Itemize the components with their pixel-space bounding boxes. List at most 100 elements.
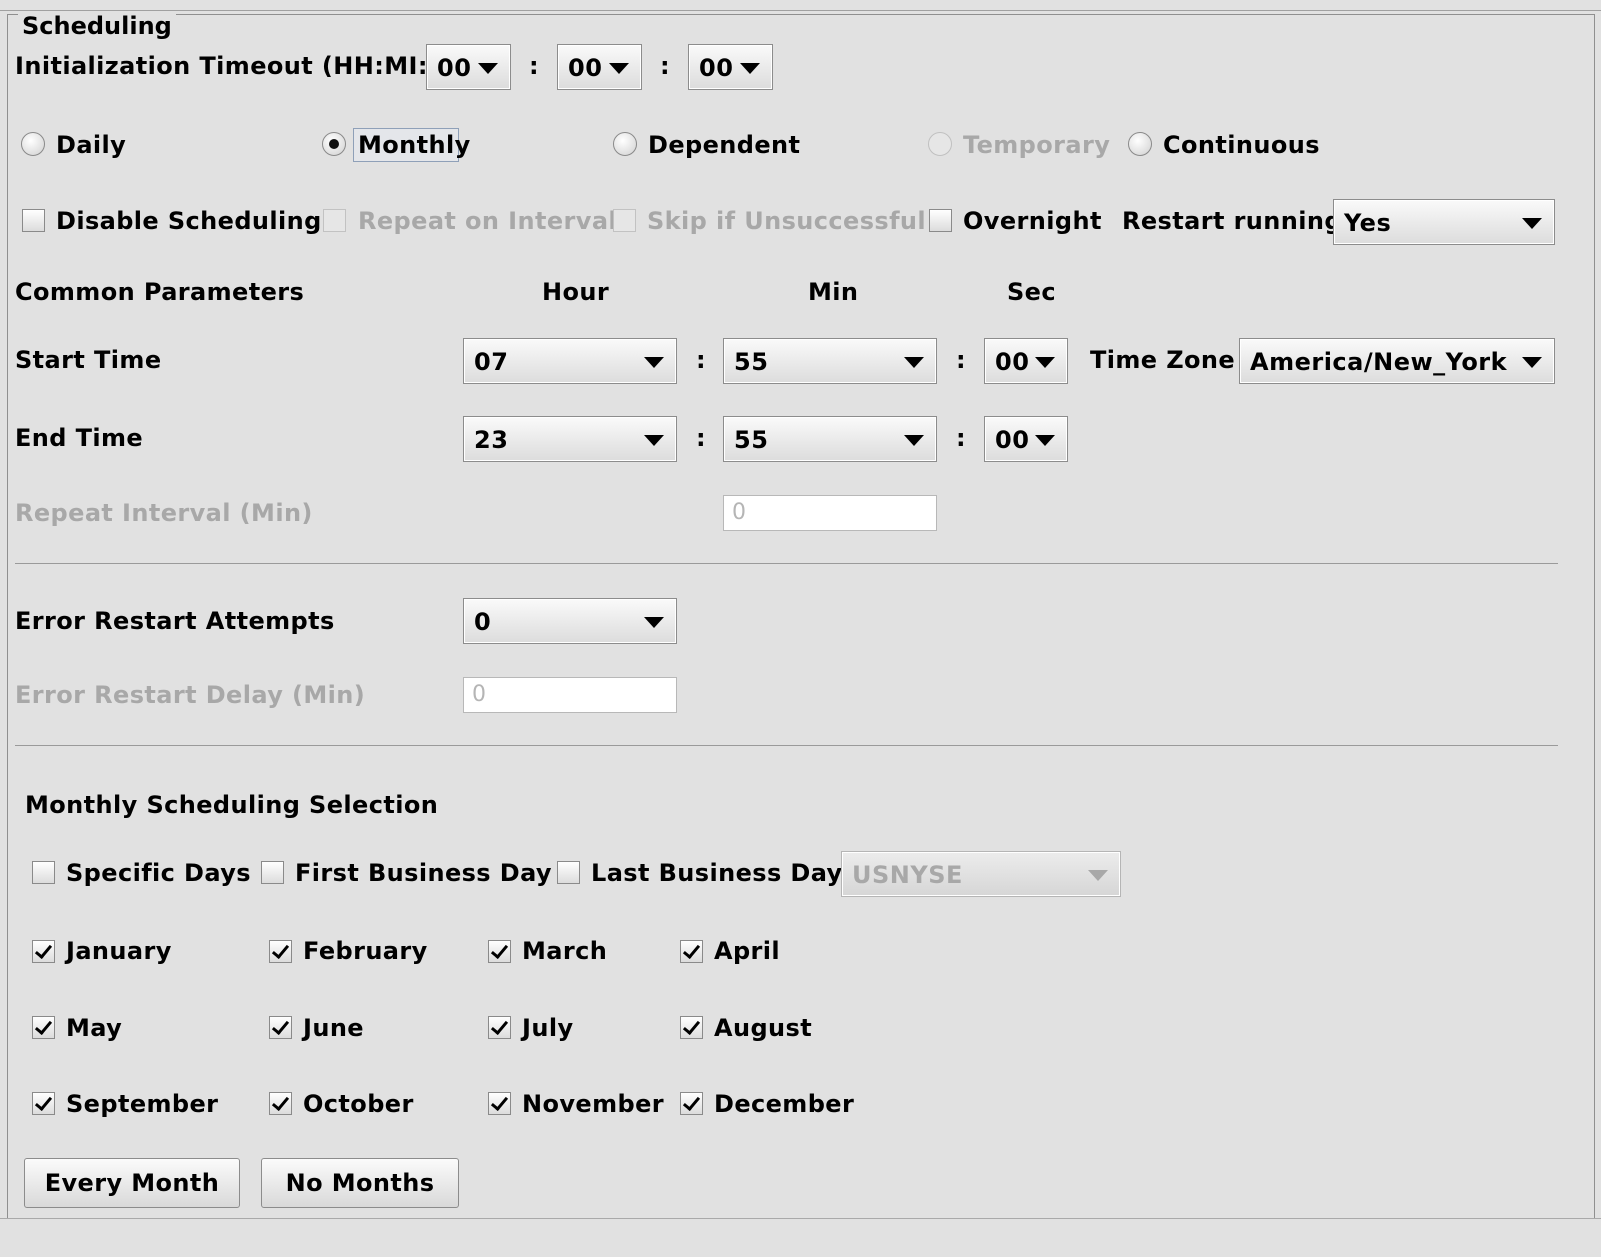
month-label-march[interactable]: March (522, 937, 607, 965)
month-checkbox-june[interactable] (269, 1016, 292, 1039)
end-hour-combo[interactable]: 23 (463, 416, 677, 462)
month-label-january[interactable]: January (66, 937, 172, 965)
init-timeout-ss-value: 00 (699, 54, 734, 82)
month-checkbox-october[interactable] (269, 1092, 292, 1115)
error-restart-attempts-combo[interactable]: 0 (463, 598, 677, 644)
radio-dependent-label[interactable]: Dependent (648, 131, 800, 159)
min-column-header: Min (808, 278, 859, 306)
init-timeout-ss-combo[interactable]: 00 (688, 44, 773, 90)
end-time-colon-2: : (956, 424, 966, 452)
init-timeout-colon-1: : (529, 52, 539, 80)
no-months-button[interactable]: No Months (261, 1158, 459, 1208)
month-label-october[interactable]: October (303, 1090, 414, 1118)
bottom-status-bar (0, 1218, 1601, 1257)
month-checkbox-november[interactable] (488, 1092, 511, 1115)
month-label-november[interactable]: November (522, 1090, 664, 1118)
radio-dependent[interactable] (613, 132, 637, 156)
month-checkbox-january[interactable] (32, 940, 55, 963)
month-label-august[interactable]: August (714, 1014, 812, 1042)
month-label-september[interactable]: September (66, 1090, 218, 1118)
init-timeout-hh-combo[interactable]: 00 (426, 44, 511, 90)
start-hour-combo[interactable]: 07 (463, 338, 677, 384)
panel-title: Scheduling (18, 12, 176, 40)
error-restart-attempts-value: 0 (474, 608, 492, 636)
month-label-december[interactable]: December (714, 1090, 854, 1118)
chevron-down-icon (644, 435, 664, 446)
separator-1 (15, 563, 1558, 564)
disable-scheduling-label[interactable]: Disable Scheduling (56, 207, 322, 235)
month-checkbox-september[interactable] (32, 1092, 55, 1115)
error-restart-delay-field: 0 (463, 677, 677, 713)
chevron-down-icon (904, 435, 924, 446)
end-time-label: End Time (15, 424, 144, 452)
first-business-day-checkbox[interactable] (261, 861, 284, 884)
last-business-day-label[interactable]: Last Business Day (591, 859, 843, 887)
error-restart-attempts-label: Error Restart Attempts (15, 607, 335, 635)
end-min-combo[interactable]: 55 (723, 416, 937, 462)
repeat-on-interval-label: Repeat on Interval (358, 207, 618, 235)
init-timeout-colon-2: : (660, 52, 670, 80)
radio-continuous[interactable] (1128, 132, 1152, 156)
chevron-down-icon (1522, 218, 1542, 229)
top-border (0, 10, 1601, 11)
radio-temporary-label: Temporary (963, 131, 1111, 159)
month-label-july[interactable]: July (522, 1014, 574, 1042)
skip-if-unsuccessful-checkbox (613, 209, 636, 232)
chevron-down-icon (904, 357, 924, 368)
start-time-colon-2: : (956, 346, 966, 374)
calendar-value: USNYSE (852, 861, 963, 889)
end-time-colon-1: : (696, 424, 706, 452)
specific-days-label[interactable]: Specific Days (66, 859, 251, 887)
month-checkbox-march[interactable] (488, 940, 511, 963)
chevron-down-icon (1035, 435, 1055, 446)
init-timeout-label: Initialization Timeout (HH:MI:SS) (15, 52, 474, 80)
end-min-value: 55 (734, 426, 769, 454)
error-restart-delay-label: Error Restart Delay (Min) (15, 681, 366, 709)
month-checkbox-april[interactable] (680, 940, 703, 963)
radio-daily[interactable] (21, 132, 45, 156)
month-label-may[interactable]: May (66, 1014, 122, 1042)
first-business-day-label[interactable]: First Business Day (295, 859, 552, 887)
end-hour-value: 23 (474, 426, 509, 454)
common-parameters-title: Common Parameters (15, 278, 305, 306)
chevron-down-icon (1035, 357, 1055, 368)
every-month-button[interactable]: Every Month (24, 1158, 240, 1208)
overnight-checkbox[interactable] (929, 209, 952, 232)
last-business-day-checkbox[interactable] (557, 861, 580, 884)
time-zone-value: America/New_York (1250, 348, 1508, 376)
disable-scheduling-checkbox[interactable] (22, 209, 45, 232)
init-timeout-mi-value: 00 (568, 54, 603, 82)
radio-daily-label[interactable]: Daily (56, 131, 126, 159)
overnight-label[interactable]: Overnight (963, 207, 1102, 235)
month-checkbox-december[interactable] (680, 1092, 703, 1115)
restart-running-combo[interactable]: Yes (1333, 199, 1555, 245)
start-sec-combo[interactable]: 00 (984, 338, 1068, 384)
start-time-label: Start Time (15, 346, 162, 374)
radio-temporary (928, 132, 952, 156)
separator-2 (15, 745, 1558, 746)
end-sec-combo[interactable]: 00 (984, 416, 1068, 462)
specific-days-checkbox[interactable] (32, 861, 55, 884)
month-label-june[interactable]: June (303, 1014, 364, 1042)
time-zone-combo[interactable]: America/New_York (1239, 338, 1555, 384)
radio-monthly[interactable] (322, 132, 346, 156)
chevron-down-icon (740, 63, 760, 74)
radio-monthly-label[interactable]: Monthly (358, 131, 471, 159)
start-hour-value: 07 (474, 348, 509, 376)
start-min-combo[interactable]: 55 (723, 338, 937, 384)
chevron-down-icon (644, 617, 664, 628)
month-label-february[interactable]: February (303, 937, 428, 965)
start-sec-value: 00 (995, 348, 1030, 376)
restart-running-value: Yes (1344, 209, 1392, 237)
repeat-interval-label: Repeat Interval (Min) (15, 499, 313, 527)
month-label-april[interactable]: April (714, 937, 780, 965)
calendar-combo: USNYSE (841, 851, 1121, 897)
month-checkbox-august[interactable] (680, 1016, 703, 1039)
radio-continuous-label[interactable]: Continuous (1163, 131, 1320, 159)
month-checkbox-july[interactable] (488, 1016, 511, 1039)
month-checkbox-february[interactable] (269, 940, 292, 963)
init-timeout-hh-value: 00 (437, 54, 472, 82)
chevron-down-icon (644, 357, 664, 368)
init-timeout-mi-combo[interactable]: 00 (557, 44, 642, 90)
month-checkbox-may[interactable] (32, 1016, 55, 1039)
